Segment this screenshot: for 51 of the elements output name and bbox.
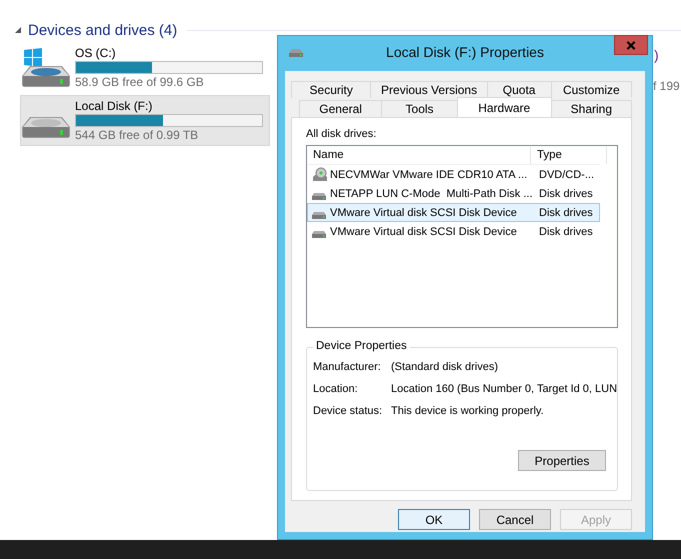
tab[interactable]: Quota <box>486 81 552 98</box>
close-button[interactable] <box>614 35 648 55</box>
device-name: VMware Virtual disk SCSI Disk Device <box>329 226 518 238</box>
field-label: Manufacturer: <box>313 361 382 375</box>
tab[interactable]: Hardware <box>456 97 552 117</box>
field-label: Location: <box>313 383 359 397</box>
tab[interactable]: General <box>299 100 382 117</box>
list-row[interactable]: VMware Virtual disk SCSI Disk Device Disk drives <box>307 203 600 222</box>
hard-drive-icon <box>312 230 326 238</box>
close-icon <box>626 40 636 50</box>
section-title: Devices and drives (4) <box>28 22 178 38</box>
partial-text: ) <box>654 47 659 63</box>
list-row[interactable]: NETAPP LUN C-Mode Multi-Path Disk ... Disk drives <box>307 184 600 203</box>
column-header[interactable]: Type <box>531 147 607 164</box>
system-drive-icon <box>21 47 71 88</box>
device-name: NETAPP LUN C-Mode Multi-Path Disk ... <box>329 188 533 200</box>
partial-text: f 199 <box>653 79 680 93</box>
field-value: (Standard disk drives) <box>391 361 498 375</box>
field-label: Device status: <box>313 405 384 419</box>
group-title: Device Properties <box>313 340 410 352</box>
collapse-arrow-icon[interactable] <box>14 26 22 34</box>
list-row[interactable]: NECVMWar VMware IDE CDR10 ATA ... DVD/CD-... <box>307 165 600 184</box>
drive-icon <box>288 48 304 58</box>
tab[interactable]: Sharing <box>550 100 632 117</box>
device-type: Disk drives <box>538 226 594 238</box>
dialog-button[interactable]: OK <box>398 509 470 530</box>
hard-drive-icon <box>312 212 326 218</box>
device-type: Disk drives <box>538 206 594 218</box>
hard-drive-icon <box>21 116 71 139</box>
dialog-button[interactable]: Cancel <box>479 509 551 530</box>
free-space-text: 544 GB free of 0.99 TB <box>75 128 200 142</box>
window-title: Local Disk (F:) Properties <box>386 43 544 60</box>
properties-button[interactable]: Properties <box>518 450 606 471</box>
drive-item[interactable]: Local Disk (F:) 544 GB free of 0.99 TB <box>20 95 270 146</box>
device-name: NECVMWar VMware IDE CDR10 ATA ... <box>329 168 528 180</box>
column-header[interactable]: Name <box>307 147 531 164</box>
list-row[interactable]: VMware Virtual disk SCSI Disk Device Disk drives <box>307 222 600 241</box>
field-value: Location 160 (Bus Number 0, Target Id 0, LUN <box>391 383 618 397</box>
free-space-text: 58.9 GB free of 99.6 GB <box>75 75 205 89</box>
list-label: All disk drives: <box>306 128 378 140</box>
device-type: Disk drives <box>538 188 594 200</box>
device-name: VMware Virtual disk SCSI Disk Device <box>329 206 518 218</box>
device-type: DVD/CD-... <box>538 168 595 180</box>
tab[interactable]: Security <box>291 81 372 98</box>
drive-name: Local Disk (F:) <box>75 99 154 113</box>
drive-name: OS (C:) <box>75 46 117 60</box>
optical-drive-icon <box>312 167 328 182</box>
field-value: This device is working properly. <box>391 405 544 419</box>
tab[interactable]: Customize <box>550 81 632 98</box>
hard-drive-icon <box>312 192 326 200</box>
drive-item[interactable]: OS (C:) 58.9 GB free of 99.6 GB <box>20 42 270 93</box>
